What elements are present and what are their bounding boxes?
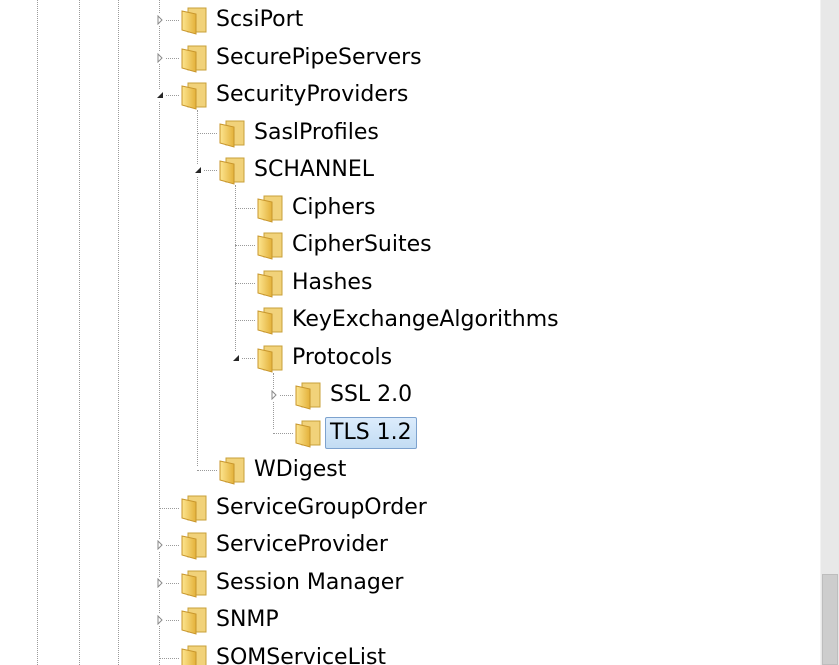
tree-connector-line (197, 470, 217, 471)
tree-item-label[interactable]: ScsiPort (211, 4, 308, 36)
folder-icon (293, 380, 323, 410)
tree-item[interactable]: Session Manager (0, 566, 820, 600)
tree-item-label[interactable]: SNMP (211, 604, 284, 636)
tree-item-label[interactable]: SOMServiceList (211, 642, 391, 665)
expand-arrow-icon[interactable] (154, 52, 166, 64)
tree-item-label[interactable]: WDigest (249, 454, 351, 486)
folder-icon (293, 418, 323, 448)
tree-item-label[interactable]: Hashes (287, 267, 377, 299)
folder-icon (217, 118, 247, 148)
tree-item[interactable]: SCHANNEL (0, 153, 820, 187)
tree-item-label[interactable]: Protocols (287, 342, 397, 374)
tree-item-label[interactable]: TLS 1.2 (325, 417, 417, 449)
tree-item-label[interactable]: SecurityProviders (211, 79, 413, 111)
tree-connector-line (159, 508, 179, 509)
tree-item[interactable]: Ciphers (0, 191, 820, 225)
tree-item-label[interactable]: SCHANNEL (249, 154, 379, 186)
tree-item[interactable]: Hashes (0, 266, 820, 300)
scrollbar-thumb[interactable] (822, 574, 838, 665)
tree-item[interactable]: ScsiPort (0, 3, 820, 37)
expand-arrow-icon[interactable] (268, 389, 280, 401)
folder-icon (255, 230, 285, 260)
tree-item[interactable]: WDigest (0, 453, 820, 487)
tree-item-label[interactable]: CipherSuites (287, 229, 437, 261)
tree-connector-line (235, 320, 255, 321)
tree-connector-line (235, 283, 255, 284)
tree-item[interactable]: SOMServiceList (0, 641, 820, 665)
folder-icon (179, 43, 209, 73)
tree-item[interactable]: SecurityProviders (0, 78, 820, 112)
expand-arrow-icon[interactable] (154, 577, 166, 589)
folder-icon (255, 305, 285, 335)
tree-connector-line (235, 245, 255, 246)
tree-connector-line (197, 133, 217, 134)
tree-item-label[interactable]: SecurePipeServers (211, 42, 427, 74)
expand-arrow-icon[interactable] (154, 539, 166, 551)
tree-item-label[interactable]: SSL 2.0 (325, 379, 417, 411)
tree-item-label[interactable]: SaslProfiles (249, 117, 384, 149)
tree-item[interactable]: SSL 2.0 (0, 378, 820, 412)
folder-icon (217, 455, 247, 485)
folder-icon (179, 605, 209, 635)
tree-item[interactable]: SNMP (0, 603, 820, 637)
folder-icon (217, 155, 247, 185)
collapse-arrow-icon[interactable] (192, 164, 204, 176)
tree-item[interactable]: CipherSuites (0, 228, 820, 262)
tree-item-label[interactable]: ServiceGroupOrder (211, 492, 432, 524)
folder-icon (179, 530, 209, 560)
collapse-arrow-icon[interactable] (230, 352, 242, 364)
collapse-arrow-icon[interactable] (154, 89, 166, 101)
folder-icon (179, 643, 209, 665)
tree-connector-line (273, 433, 293, 434)
folder-icon (179, 568, 209, 598)
expand-arrow-icon[interactable] (154, 14, 166, 26)
tree-item-label[interactable]: KeyExchangeAlgorithms (287, 304, 564, 336)
tree-item[interactable]: TLS 1.2 (0, 416, 820, 450)
folder-icon (255, 268, 285, 298)
tree-item[interactable]: KeyExchangeAlgorithms (0, 303, 820, 337)
tree-connector-line (159, 658, 179, 659)
tree-item[interactable]: SecurePipeServers (0, 41, 820, 75)
folder-icon (255, 343, 285, 373)
tree-item-label[interactable]: Ciphers (287, 192, 380, 224)
folder-icon (179, 80, 209, 110)
expand-arrow-icon[interactable] (154, 614, 166, 626)
tree-item[interactable]: ServiceGroupOrder (0, 491, 820, 525)
folder-icon (255, 193, 285, 223)
tree-pane: ScsiPort SecurePipeServers SecurityProvide… (0, 0, 820, 665)
tree-item-label[interactable]: Session Manager (211, 567, 408, 599)
folder-icon (179, 5, 209, 35)
vertical-scrollbar[interactable] (820, 0, 839, 665)
tree-item[interactable]: SaslProfiles (0, 116, 820, 150)
tree-item-label[interactable]: ServiceProvider (211, 529, 393, 561)
registry-tree-view: ScsiPort SecurePipeServers SecurityProvide… (0, 0, 839, 665)
tree-item[interactable]: ServiceProvider (0, 528, 820, 562)
folder-icon (179, 493, 209, 523)
tree-item[interactable]: Protocols (0, 341, 820, 375)
tree-connector-line (235, 208, 255, 209)
